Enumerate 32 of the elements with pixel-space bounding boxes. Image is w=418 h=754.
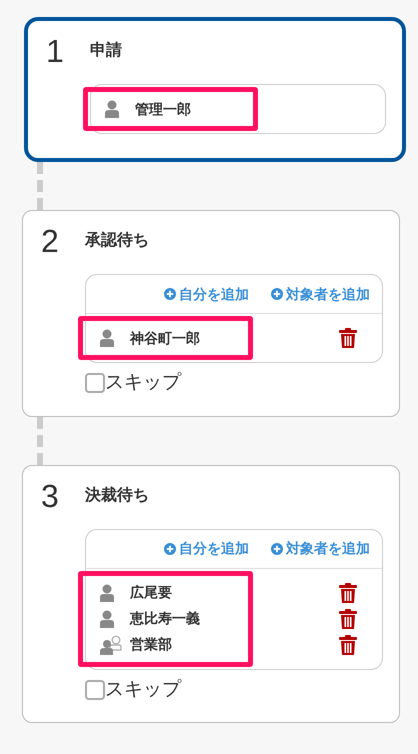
plus-circle-icon xyxy=(271,288,283,300)
step-title: 承認待ち xyxy=(85,230,150,251)
step-title: 申請 xyxy=(90,40,123,61)
step-number: 3 xyxy=(40,476,60,516)
add-link[interactable]: 自分を追加 xyxy=(164,284,249,304)
member-name: 広尾要 xyxy=(130,583,172,602)
add-link[interactable]: 対象者を追加 xyxy=(271,284,370,304)
member-name: 営業部 xyxy=(130,635,172,654)
person-icon xyxy=(100,584,114,602)
trash-icon[interactable] xyxy=(339,608,357,628)
step-number: 2 xyxy=(40,222,60,261)
add-link[interactable]: 自分を追加 xyxy=(164,538,249,559)
plus-circle-icon xyxy=(271,542,283,554)
person-icon xyxy=(100,329,114,347)
add-link[interactable]: 対象者を追加 xyxy=(271,538,370,559)
skip-label: スキップ xyxy=(105,371,181,395)
member-name: 神谷町一郎 xyxy=(130,328,200,348)
group-icon xyxy=(100,634,122,654)
plus-circle-icon xyxy=(164,288,176,300)
trash-icon[interactable] xyxy=(339,582,357,602)
step-number: 1 xyxy=(45,32,65,71)
plus-circle-icon xyxy=(164,542,176,554)
person-icon xyxy=(105,100,119,118)
skip-checkbox[interactable] xyxy=(85,680,105,700)
trash-icon[interactable] xyxy=(339,328,357,348)
skip-label: スキップ xyxy=(105,678,181,702)
member-name: 管理一郎 xyxy=(135,100,191,118)
skip-checkbox[interactable] xyxy=(85,373,105,394)
member-name: 恵比寿一義 xyxy=(130,609,200,628)
step-title: 決裁待ち xyxy=(85,486,150,506)
trash-icon[interactable] xyxy=(339,634,357,654)
person-icon xyxy=(100,610,114,628)
